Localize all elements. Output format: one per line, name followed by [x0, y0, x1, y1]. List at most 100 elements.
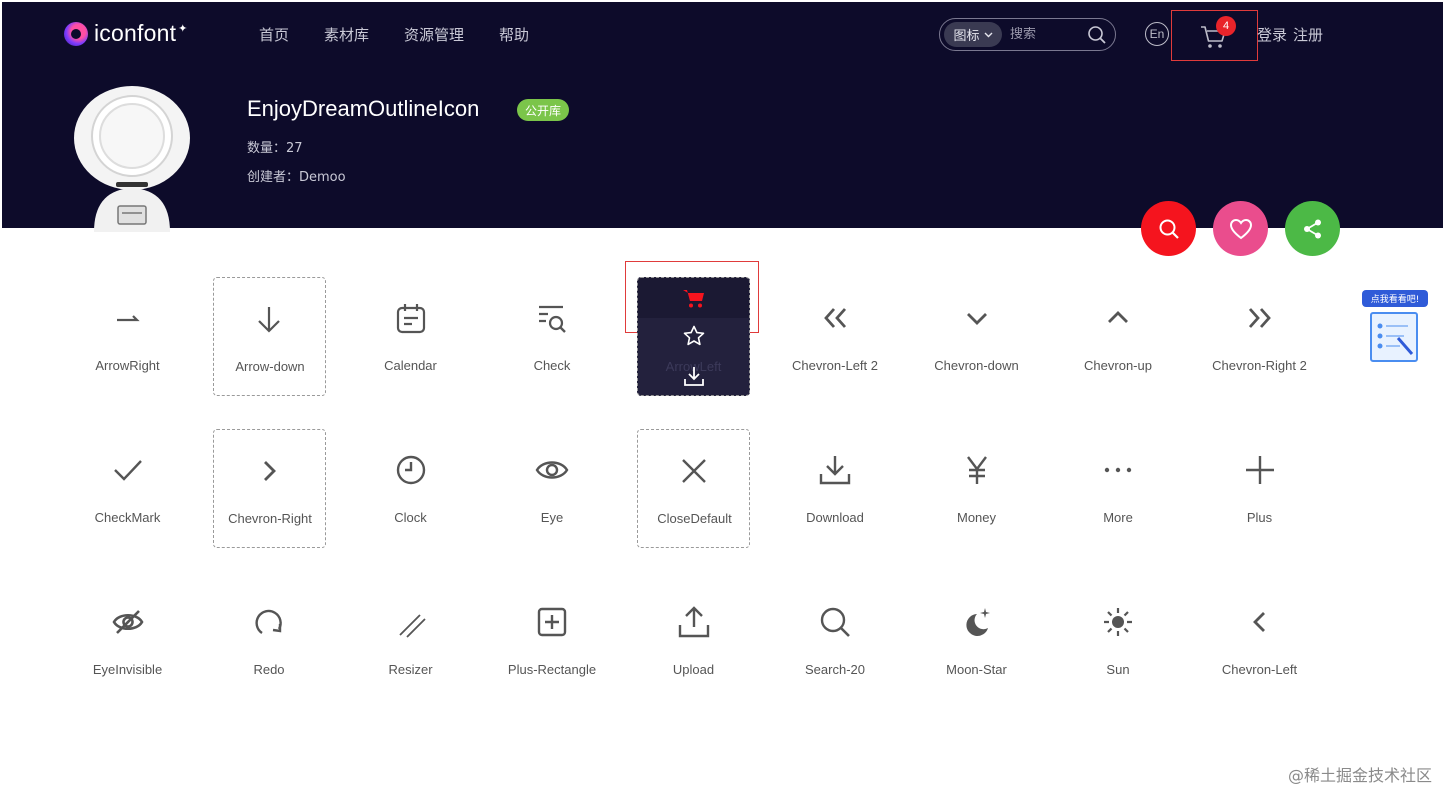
cart-count-badge: 4	[1216, 16, 1236, 36]
icon-count: 数量：27	[247, 141, 303, 156]
moon-star-icon	[965, 608, 990, 636]
icon-card[interactable]: Chevron-Left	[1189, 581, 1331, 733]
icon-label: Resizer	[388, 662, 433, 677]
icon-label: Moon-Star	[946, 662, 1007, 677]
add-to-cart-icon[interactable]	[682, 287, 706, 309]
nav-library[interactable]: 素材库	[324, 24, 369, 45]
icon-label: Chevron-Right	[228, 511, 312, 526]
icon-card[interactable]: Redo	[199, 581, 341, 733]
register-link[interactable]: 注册	[1293, 24, 1323, 45]
download-icon	[819, 456, 851, 485]
download-icon[interactable]	[682, 364, 706, 388]
cart-button[interactable]: 4	[1171, 10, 1258, 61]
icon-label: Chevron-up	[1084, 358, 1152, 373]
clipboard-icon	[1370, 312, 1418, 362]
search-icon	[820, 607, 850, 637]
icon-card[interactable]: Money	[906, 429, 1048, 581]
icon-label: Chevron-Right 2	[1212, 358, 1307, 373]
chevron-right-icon	[264, 461, 276, 481]
icon-card[interactable]: Resizer	[340, 581, 482, 733]
search-type-select[interactable]: 图标	[944, 22, 1002, 47]
heart-icon	[1229, 218, 1252, 239]
icon-label: Chevron-Left	[1221, 662, 1298, 677]
feedback-widget[interactable]: 点我看看吧!	[1362, 290, 1428, 362]
icon-card[interactable]: Chevron-down	[906, 277, 1048, 429]
nav-help[interactable]: 帮助	[499, 24, 529, 45]
more-icon	[1104, 467, 1132, 473]
nav-home[interactable]: 首页	[259, 24, 289, 45]
icon-card[interactable]: Upload	[623, 581, 765, 733]
icon-label: Clock	[394, 510, 427, 525]
hover-action-card: ArrowLeft	[637, 277, 750, 396]
chevron-double-left-icon	[824, 308, 847, 328]
icon-grid: ArrowRight Arrow-down Calendar Check Arr…	[57, 261, 1331, 733]
creator: 创建者：Demoo	[247, 170, 346, 185]
icon-label: Money	[956, 510, 997, 525]
calendar-icon	[396, 304, 425, 334]
icon-label: Plus-Rectangle	[507, 662, 597, 677]
icon-card[interactable]: Chevron-Right	[199, 429, 341, 581]
sun-icon	[1104, 608, 1132, 636]
checkmark-icon	[113, 460, 142, 481]
yen-icon	[966, 456, 987, 484]
logo[interactable]: iconfont ✦	[64, 20, 187, 47]
icon-row: CheckMark Chevron-Right Clock Eye CloseD…	[57, 429, 1331, 581]
search-type-label: 图标	[953, 29, 980, 44]
icon-label: Chevron-down	[934, 358, 1019, 373]
nav-resources[interactable]: 资源管理	[404, 24, 464, 45]
clock-icon	[396, 455, 425, 485]
chevron-up-icon	[1108, 311, 1128, 323]
auth-links: 登录 注册	[1257, 24, 1323, 45]
icon-label: Plus	[1246, 510, 1273, 525]
icon-card[interactable]: CloseDefault	[623, 429, 765, 581]
icon-row: ArrowRight Arrow-down Calendar Check Arr…	[57, 277, 1331, 429]
icon-card[interactable]: More	[1048, 429, 1190, 581]
arrow-down-icon	[258, 307, 280, 333]
check-search-icon	[539, 305, 566, 333]
icon-card[interactable]: Arrow-down	[199, 277, 341, 429]
icon-card[interactable]: Sun	[1048, 581, 1190, 733]
icon-label: CheckMark	[94, 510, 161, 525]
search-icon[interactable]	[1087, 25, 1107, 45]
icon-card[interactable]: Eye	[482, 429, 624, 581]
icon-card[interactable]: EyeInvisible	[57, 581, 199, 733]
icon-card[interactable]: Check	[482, 277, 624, 429]
login-link[interactable]: 登录	[1257, 24, 1287, 45]
page: iconfont ✦ 首页 素材库 资源管理 帮助 图标 En 4 登录 注册	[0, 0, 1452, 789]
icon-card[interactable]: Calendar	[340, 277, 482, 429]
share-fab-button[interactable]	[1285, 201, 1340, 256]
favorite-fab-button[interactable]	[1213, 201, 1268, 256]
icon-card[interactable]: ArrowRight	[57, 277, 199, 429]
icon-card[interactable]: CheckMark	[57, 429, 199, 581]
logo-text: iconfont	[94, 20, 177, 46]
icon-label: Redo	[253, 662, 285, 677]
star-icon[interactable]	[682, 324, 706, 348]
icon-card[interactable]: Moon-Star	[906, 581, 1048, 733]
icon-label: ArrowRight	[95, 358, 160, 373]
icon-card[interactable]: Download	[765, 429, 907, 581]
chevron-down-icon	[984, 32, 992, 37]
search-box: 图标	[939, 18, 1116, 51]
watermark: @稀土掘金技术社区	[1288, 766, 1433, 785]
search-fab-button[interactable]	[1141, 201, 1196, 256]
icon-card[interactable]: Clock	[340, 429, 482, 581]
language-button[interactable]: En	[1145, 22, 1169, 46]
icon-row: EyeInvisible Redo Resizer Plus-Rectangle…	[57, 581, 1331, 733]
icon-card[interactable]: Chevron-Left 2	[765, 277, 907, 429]
feedback-widget-label: 点我看看吧!	[1362, 290, 1428, 307]
plus-icon	[1245, 456, 1274, 484]
logo-mark-icon	[64, 21, 88, 46]
icon-card[interactable]: Chevron-Right 2	[1189, 277, 1331, 429]
chevron-double-right-icon	[1248, 308, 1271, 328]
icon-label: Arrow-down	[235, 359, 305, 374]
icon-card[interactable]: Chevron-up	[1048, 277, 1190, 429]
icon-card-hovered[interactable]: ArrowLeft	[623, 277, 765, 429]
upload-icon	[678, 606, 709, 638]
icon-card[interactable]: Plus	[1189, 429, 1331, 581]
icon-card[interactable]: Plus-Rectangle	[482, 581, 624, 733]
icon-label: CloseDefault	[657, 511, 732, 526]
search-input[interactable]	[1010, 27, 1086, 42]
icon-card[interactable]: Search-20	[765, 581, 907, 733]
eye-icon	[535, 461, 569, 479]
plus-rectangle-icon	[537, 607, 567, 637]
